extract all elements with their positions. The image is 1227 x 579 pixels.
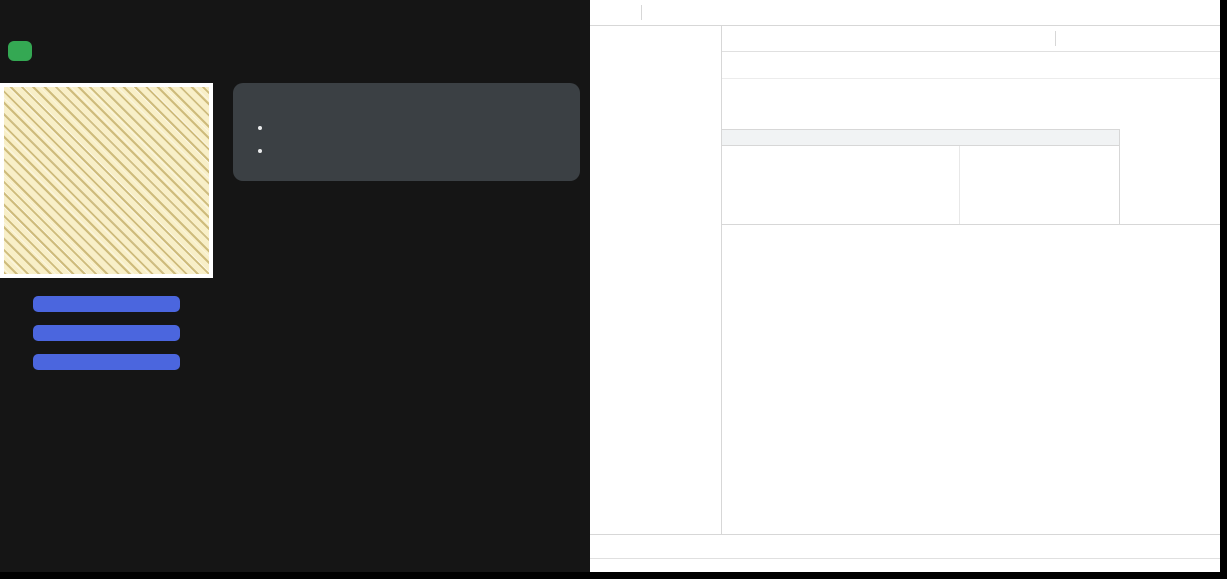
application-sidebar xyxy=(590,26,722,534)
page-header xyxy=(8,41,590,61)
toolbar-divider xyxy=(1055,31,1056,46)
refresh-icon[interactable] xyxy=(726,29,748,49)
tabbar-right-controls xyxy=(1119,0,1220,25)
devtools-tabbar xyxy=(590,0,1220,26)
entry-preview-pane xyxy=(722,224,1220,534)
close-drawer-icon[interactable] xyxy=(1193,537,1215,557)
code-links-list xyxy=(251,118,562,160)
more-tabs-button[interactable] xyxy=(645,0,655,25)
table-header-row xyxy=(722,129,1119,146)
drawer-menu-icon[interactable] xyxy=(595,537,617,557)
table-empty-area xyxy=(722,146,1119,224)
filter-input[interactable] xyxy=(780,33,1030,45)
shared-storage-panel xyxy=(722,26,1220,534)
list-item xyxy=(273,141,562,161)
top-navigation xyxy=(0,0,590,14)
devtools-window xyxy=(590,0,1220,572)
storage-metadata xyxy=(722,79,1220,83)
toolbar-divider xyxy=(641,5,642,20)
demo-column xyxy=(0,83,213,383)
clear-storage-icon[interactable] xyxy=(1061,29,1083,49)
drawer-tabbar xyxy=(590,534,1220,558)
filter-box[interactable] xyxy=(750,29,1050,49)
console-messages-badge[interactable] xyxy=(1119,3,1144,23)
creative-ad-frame[interactable] xyxy=(0,83,213,278)
delete-selected-icon[interactable] xyxy=(1085,29,1107,49)
set-sequential-button[interactable] xyxy=(33,296,180,312)
whats-new-heading xyxy=(590,558,1220,572)
inspect-element-icon[interactable] xyxy=(594,3,616,23)
publisher-badge xyxy=(8,41,32,61)
list-item xyxy=(273,118,562,138)
shared-storage-toolbar xyxy=(722,26,1220,52)
devtools-menu-icon[interactable] xyxy=(1170,3,1192,23)
set-even-distribution-button[interactable] xyxy=(33,325,180,341)
page-content xyxy=(0,83,590,383)
device-toolbar-icon[interactable] xyxy=(616,3,638,23)
settings-gear-icon[interactable] xyxy=(1146,3,1168,23)
set-weighted-distribution-button[interactable] xyxy=(33,354,180,370)
panel-title xyxy=(722,52,1220,79)
message-bubble-icon xyxy=(1119,3,1141,23)
description-panel xyxy=(233,83,580,181)
filter-funnel-icon xyxy=(754,29,776,49)
entries-table xyxy=(722,129,1120,224)
close-devtools-icon[interactable] xyxy=(1194,3,1216,23)
publisher-page-a xyxy=(0,0,590,572)
devtools-body xyxy=(590,26,1220,534)
